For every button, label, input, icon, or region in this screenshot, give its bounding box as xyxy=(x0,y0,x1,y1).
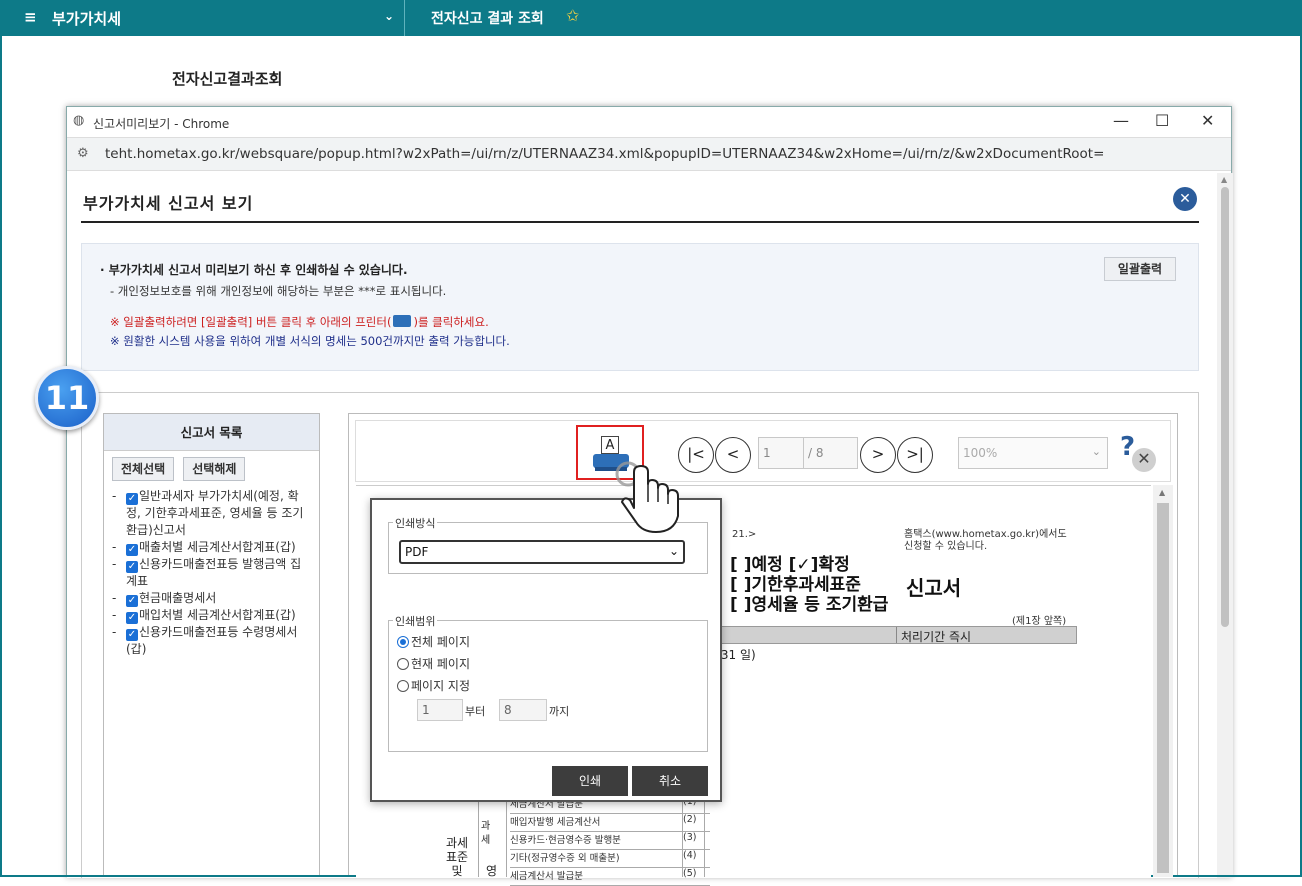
last-page-button[interactable]: >| xyxy=(897,437,933,473)
top-navigation-bar: ≡ 부가가치세 ⌄ 전자신고 결과 조회 ✩ xyxy=(0,0,1302,36)
range-from-input[interactable]: 1 xyxy=(417,699,463,721)
checkbox-checked[interactable]: ✓ xyxy=(126,595,138,607)
printer-paper-icon: A xyxy=(601,436,619,454)
print-dialog: 인쇄방식 PDF ⌄ 인쇄범위 전체 페이지 현재 페이지 페이지 지정 1 부터… xyxy=(370,498,722,802)
menu-title[interactable]: 부가가치세 xyxy=(52,8,121,29)
chevron-down-icon[interactable]: ⌄ xyxy=(384,9,394,23)
step-number-badge: 11 xyxy=(35,366,99,430)
favorite-star-icon[interactable]: ✩ xyxy=(566,6,579,25)
range-to-input[interactable]: 8 xyxy=(499,699,547,721)
group-label: 영 xyxy=(486,864,498,878)
table-row: 기타(정규영수증 외 매출분) (4) xyxy=(510,850,710,868)
print-method-legend: 인쇄방식 xyxy=(393,515,438,531)
range-to-label: 까지 xyxy=(549,705,570,718)
notice-line: · 부가가치세 신고서 미리보기 하신 후 인쇄하실 수 있습니다. xyxy=(100,263,408,277)
maximize-icon[interactable]: ☐ xyxy=(1155,111,1169,130)
hamburger-icon[interactable]: ≡ xyxy=(24,8,37,26)
checkbox-checked[interactable]: ✓ xyxy=(126,493,138,505)
address-bar[interactable]: ⚙ teht.hometax.go.kr/websquare/popup.htm… xyxy=(67,137,1231,171)
notice-line: ※ 원활한 시스템 사용을 위하여 개별 서식의 명세는 500건까지만 출력 … xyxy=(110,334,510,348)
range-from-label: 부터 xyxy=(465,705,486,718)
dialog-title: 부가가치세 신고서 보기 xyxy=(83,194,254,213)
print-confirm-button[interactable]: 인쇄 xyxy=(552,766,628,796)
doc-text: 21.> xyxy=(732,529,757,540)
doc-note: 홈택스(www.hometax.go.kr)에서도 신청할 수 있습니다. xyxy=(904,529,1067,552)
viewer-close-icon[interactable]: ✕ xyxy=(1132,448,1156,472)
checkbox-checked[interactable]: ✓ xyxy=(126,561,138,573)
pointer-hand-icon xyxy=(615,461,679,533)
radio-all-pages[interactable]: 전체 페이지 xyxy=(397,633,470,650)
window-title: 신고서미리보기 - Chrome xyxy=(93,117,230,131)
print-cancel-button[interactable]: 취소 xyxy=(632,766,708,796)
site-info-icon[interactable]: ⚙ xyxy=(77,146,89,161)
scrollbar-thumb[interactable] xyxy=(1157,503,1169,873)
print-method-select[interactable]: PDF ⌄ xyxy=(399,540,685,564)
group-label: 과세 xyxy=(481,821,491,846)
page-number-input[interactable]: 1 xyxy=(758,437,804,469)
page-total: / 8 xyxy=(804,437,858,469)
doc-header-row: 처리기간 즉시 xyxy=(720,626,1077,644)
scroll-up-icon[interactable]: ▲ xyxy=(1221,175,1227,184)
list-item[interactable]: - ✓ 매입처별 세금계산서합계표(갑) xyxy=(112,607,312,624)
table-row: 신용카드·현금영수증 발행분 (3) xyxy=(510,832,710,850)
printer-icon xyxy=(393,315,412,327)
minimize-icon[interactable]: — xyxy=(1113,111,1129,130)
print-range-group: 인쇄범위 전체 페이지 현재 페이지 페이지 지정 1 부터 8 까지 xyxy=(388,613,708,752)
radio-current-page[interactable]: 현재 페이지 xyxy=(397,655,470,672)
page-title: 전자신고결과조회 xyxy=(172,70,283,88)
breadcrumb-separator xyxy=(404,0,424,36)
chevron-down-icon: ⌄ xyxy=(668,544,679,558)
checkbox-checked[interactable]: ✓ xyxy=(126,544,138,556)
scrollbar-thumb[interactable] xyxy=(1221,187,1229,627)
zoom-select[interactable]: 100% ⌄ xyxy=(958,437,1108,469)
close-icon[interactable]: ✕ xyxy=(1173,187,1197,211)
list-item[interactable]: - ✓ 매출처별 세금계산서합계표(갑) xyxy=(112,539,312,556)
checkbox-checked[interactable]: ✓ xyxy=(126,612,138,624)
form-list: - ✓ 일반과세자 부가가치세(예정, 확정, 기한후과세표준, 영세율 등 조기환… xyxy=(112,488,312,658)
prev-page-button[interactable]: < xyxy=(715,437,751,473)
list-buttons: 전체선택 선택해제 xyxy=(112,457,249,481)
popup-scrollbar[interactable]: ▲ xyxy=(1217,173,1233,878)
bulk-print-button[interactable]: 일괄출력 xyxy=(1104,257,1176,281)
radio-specify-pages[interactable]: 페이지 지정 xyxy=(397,677,470,694)
table-row: 세금계산서 발급분 (5) xyxy=(510,868,710,886)
document-scrollbar[interactable]: ▲ xyxy=(1153,485,1173,877)
form-list-header: 신고서 목록 xyxy=(104,414,319,451)
list-item[interactable]: - ✓ 현금매출명세서 xyxy=(112,590,312,607)
group-label: 과세 표준 및 xyxy=(445,836,469,878)
window-close-icon[interactable]: ✕ xyxy=(1201,111,1214,130)
globe-icon: ◍ xyxy=(73,113,85,128)
url-text[interactable]: teht.hometax.go.kr/websquare/popup.html?… xyxy=(105,146,1104,162)
list-item[interactable]: - ✓ 신용카드매출전표등 수령명세서(갑) xyxy=(112,624,312,658)
chevron-down-icon: ⌄ xyxy=(1091,445,1101,458)
notice-line: - 개인정보보호를 위해 개인정보에 해당하는 부분은 ***로 표시됩니다. xyxy=(110,284,447,298)
notice-line: ※ 일괄출력하려면 [일괄출력] 버튼 클릭 후 아래의 프린터()를 클릭하세… xyxy=(110,315,489,329)
print-range-legend: 인쇄범위 xyxy=(393,613,438,629)
deselect-button[interactable]: 선택해제 xyxy=(183,457,246,481)
breadcrumb[interactable]: 전자신고 결과 조회 xyxy=(431,8,544,28)
select-all-button[interactable]: 전체선택 xyxy=(112,457,175,481)
list-item[interactable]: - ✓ 일반과세자 부가가치세(예정, 확정, 기한후과세표준, 영세율 등 조기환… xyxy=(112,488,312,539)
window-titlebar: ◍ 신고서미리보기 - Chrome — ☐ ✕ xyxy=(67,107,1231,137)
table-row: 매입자발행 세금계산서 (2) xyxy=(510,814,710,832)
doc-sheet-label: (제1장 앞쪽) xyxy=(1012,616,1067,627)
list-item[interactable]: - ✓ 신용카드매출전표등 발행금액 집계표 xyxy=(112,556,312,590)
checkbox-checked[interactable]: ✓ xyxy=(126,629,138,641)
next-page-button[interactable]: > xyxy=(860,437,896,473)
title-divider xyxy=(81,221,1199,223)
form-list-panel: 신고서 목록 전체선택 선택해제 - ✓ 일반과세자 부가가치세(예정, 확정, 기… xyxy=(103,413,320,877)
notice-box: · 부가가치세 신고서 미리보기 하신 후 인쇄하실 수 있습니다. - 개인정… xyxy=(81,243,1199,371)
doc-heading: 신고서 xyxy=(906,576,962,600)
doc-options: [ ]예정 [✓]확정[ ]기한후과세표준[ ]영세율 등 조기환급 xyxy=(730,555,889,615)
scroll-up-icon[interactable]: ▲ xyxy=(1159,488,1165,497)
